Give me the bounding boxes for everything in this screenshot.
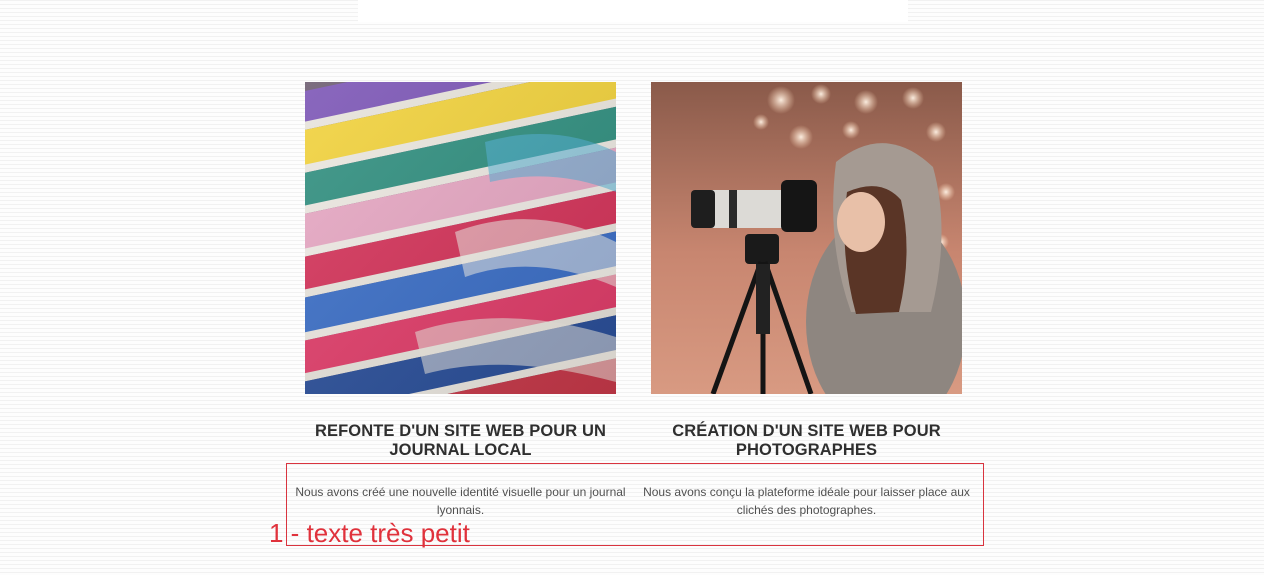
project-description: Nous avons créé une nouvelle identité vi… — [295, 485, 626, 517]
photographer-tripod-photo — [651, 82, 962, 394]
project-description: Nous avons conçu la plateforme idéale po… — [643, 485, 970, 517]
project-card-photographers: Création d'un site web pour photographes… — [643, 82, 970, 517]
project-thumbnail-photographer[interactable] — [651, 82, 962, 394]
project-title[interactable]: Refonte d'un site web pour un journal lo… — [295, 422, 626, 460]
magazine-stack-photo — [305, 82, 616, 394]
project-title[interactable]: Création d'un site web pour photographes — [641, 422, 972, 460]
project-card-journal: Refonte d'un site web pour un journal lo… — [295, 82, 626, 517]
top-section-strip — [358, 0, 908, 22]
project-thumbnail-magazines[interactable] — [305, 82, 616, 394]
annotation-label: 1 - texte très petit — [269, 518, 470, 548]
